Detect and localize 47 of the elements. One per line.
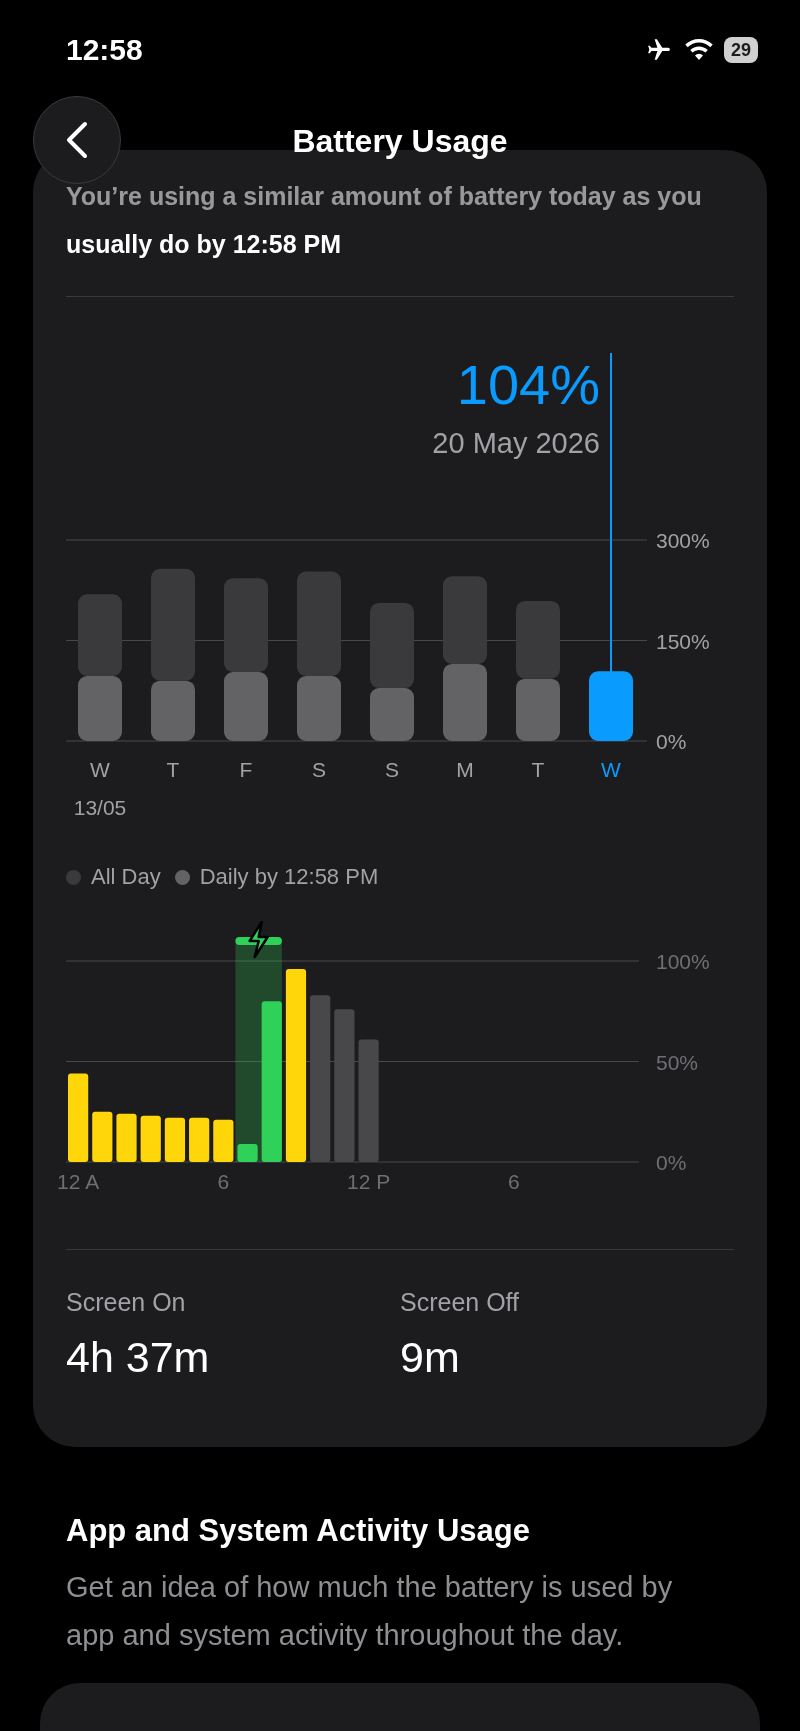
battery-indicator: 29 <box>723 37 758 63</box>
bar <box>516 678 560 741</box>
axis-label: 0% <box>656 730 687 753</box>
day-label: M <box>456 758 474 781</box>
axis-label: 150% <box>656 629 710 653</box>
stat-value: 9m <box>400 1333 461 1382</box>
bar <box>237 1143 258 1162</box>
bar <box>116 1113 137 1162</box>
section-description: Get an idea of how much the battery is used by app and system activity throughout the day. <box>66 1570 674 1653</box>
bar <box>589 671 633 741</box>
bar <box>189 1117 210 1162</box>
stat-label: Screen Off <box>400 1288 521 1317</box>
day-label: W <box>90 758 110 781</box>
selected-date: 20 May 2026 <box>432 427 600 460</box>
bar <box>140 1115 161 1162</box>
stat-label: Screen On <box>66 1288 187 1317</box>
page-title: Battery Usage <box>292 123 508 160</box>
axis-label: 12 A <box>57 1170 100 1193</box>
day-label: W <box>601 758 621 781</box>
section-heading: App and System Activity Usage <box>66 1513 531 1549</box>
axis-label: 300% <box>656 529 710 552</box>
axis-label: 6 <box>508 1170 520 1193</box>
wifi-icon <box>683 38 714 62</box>
usage-percentage: 104% <box>455 353 600 417</box>
legend-label: All Day <box>91 864 161 890</box>
bar <box>78 676 122 741</box>
axis-label: 50% <box>656 1050 699 1074</box>
lightning-bolt-icon <box>248 920 269 959</box>
usage-summary: You’re using a similar amount of battery today as you usually do by 12:58 PM <box>66 181 703 260</box>
day-label: S <box>385 758 399 781</box>
bar <box>213 1119 234 1162</box>
chevron-left-icon <box>65 121 89 159</box>
status-time: 12:58 <box>66 33 143 67</box>
axis-label: 6 <box>217 1170 230 1193</box>
date-label: 13/05 <box>73 796 127 819</box>
bar <box>92 1111 113 1162</box>
stat-value: 4h 37m <box>66 1333 211 1382</box>
bar <box>164 1117 186 1162</box>
day-label: F <box>239 758 253 781</box>
legend-label: Daily by 12:58 PM <box>199 864 379 890</box>
axis-label: 12 P <box>347 1170 391 1193</box>
day-label: T <box>166 758 180 781</box>
axis-label: 100% <box>656 950 710 973</box>
day-label: T <box>531 758 545 781</box>
day-label: S <box>312 758 326 781</box>
axis-label: 0% <box>656 1151 687 1174</box>
bar <box>224 672 268 741</box>
